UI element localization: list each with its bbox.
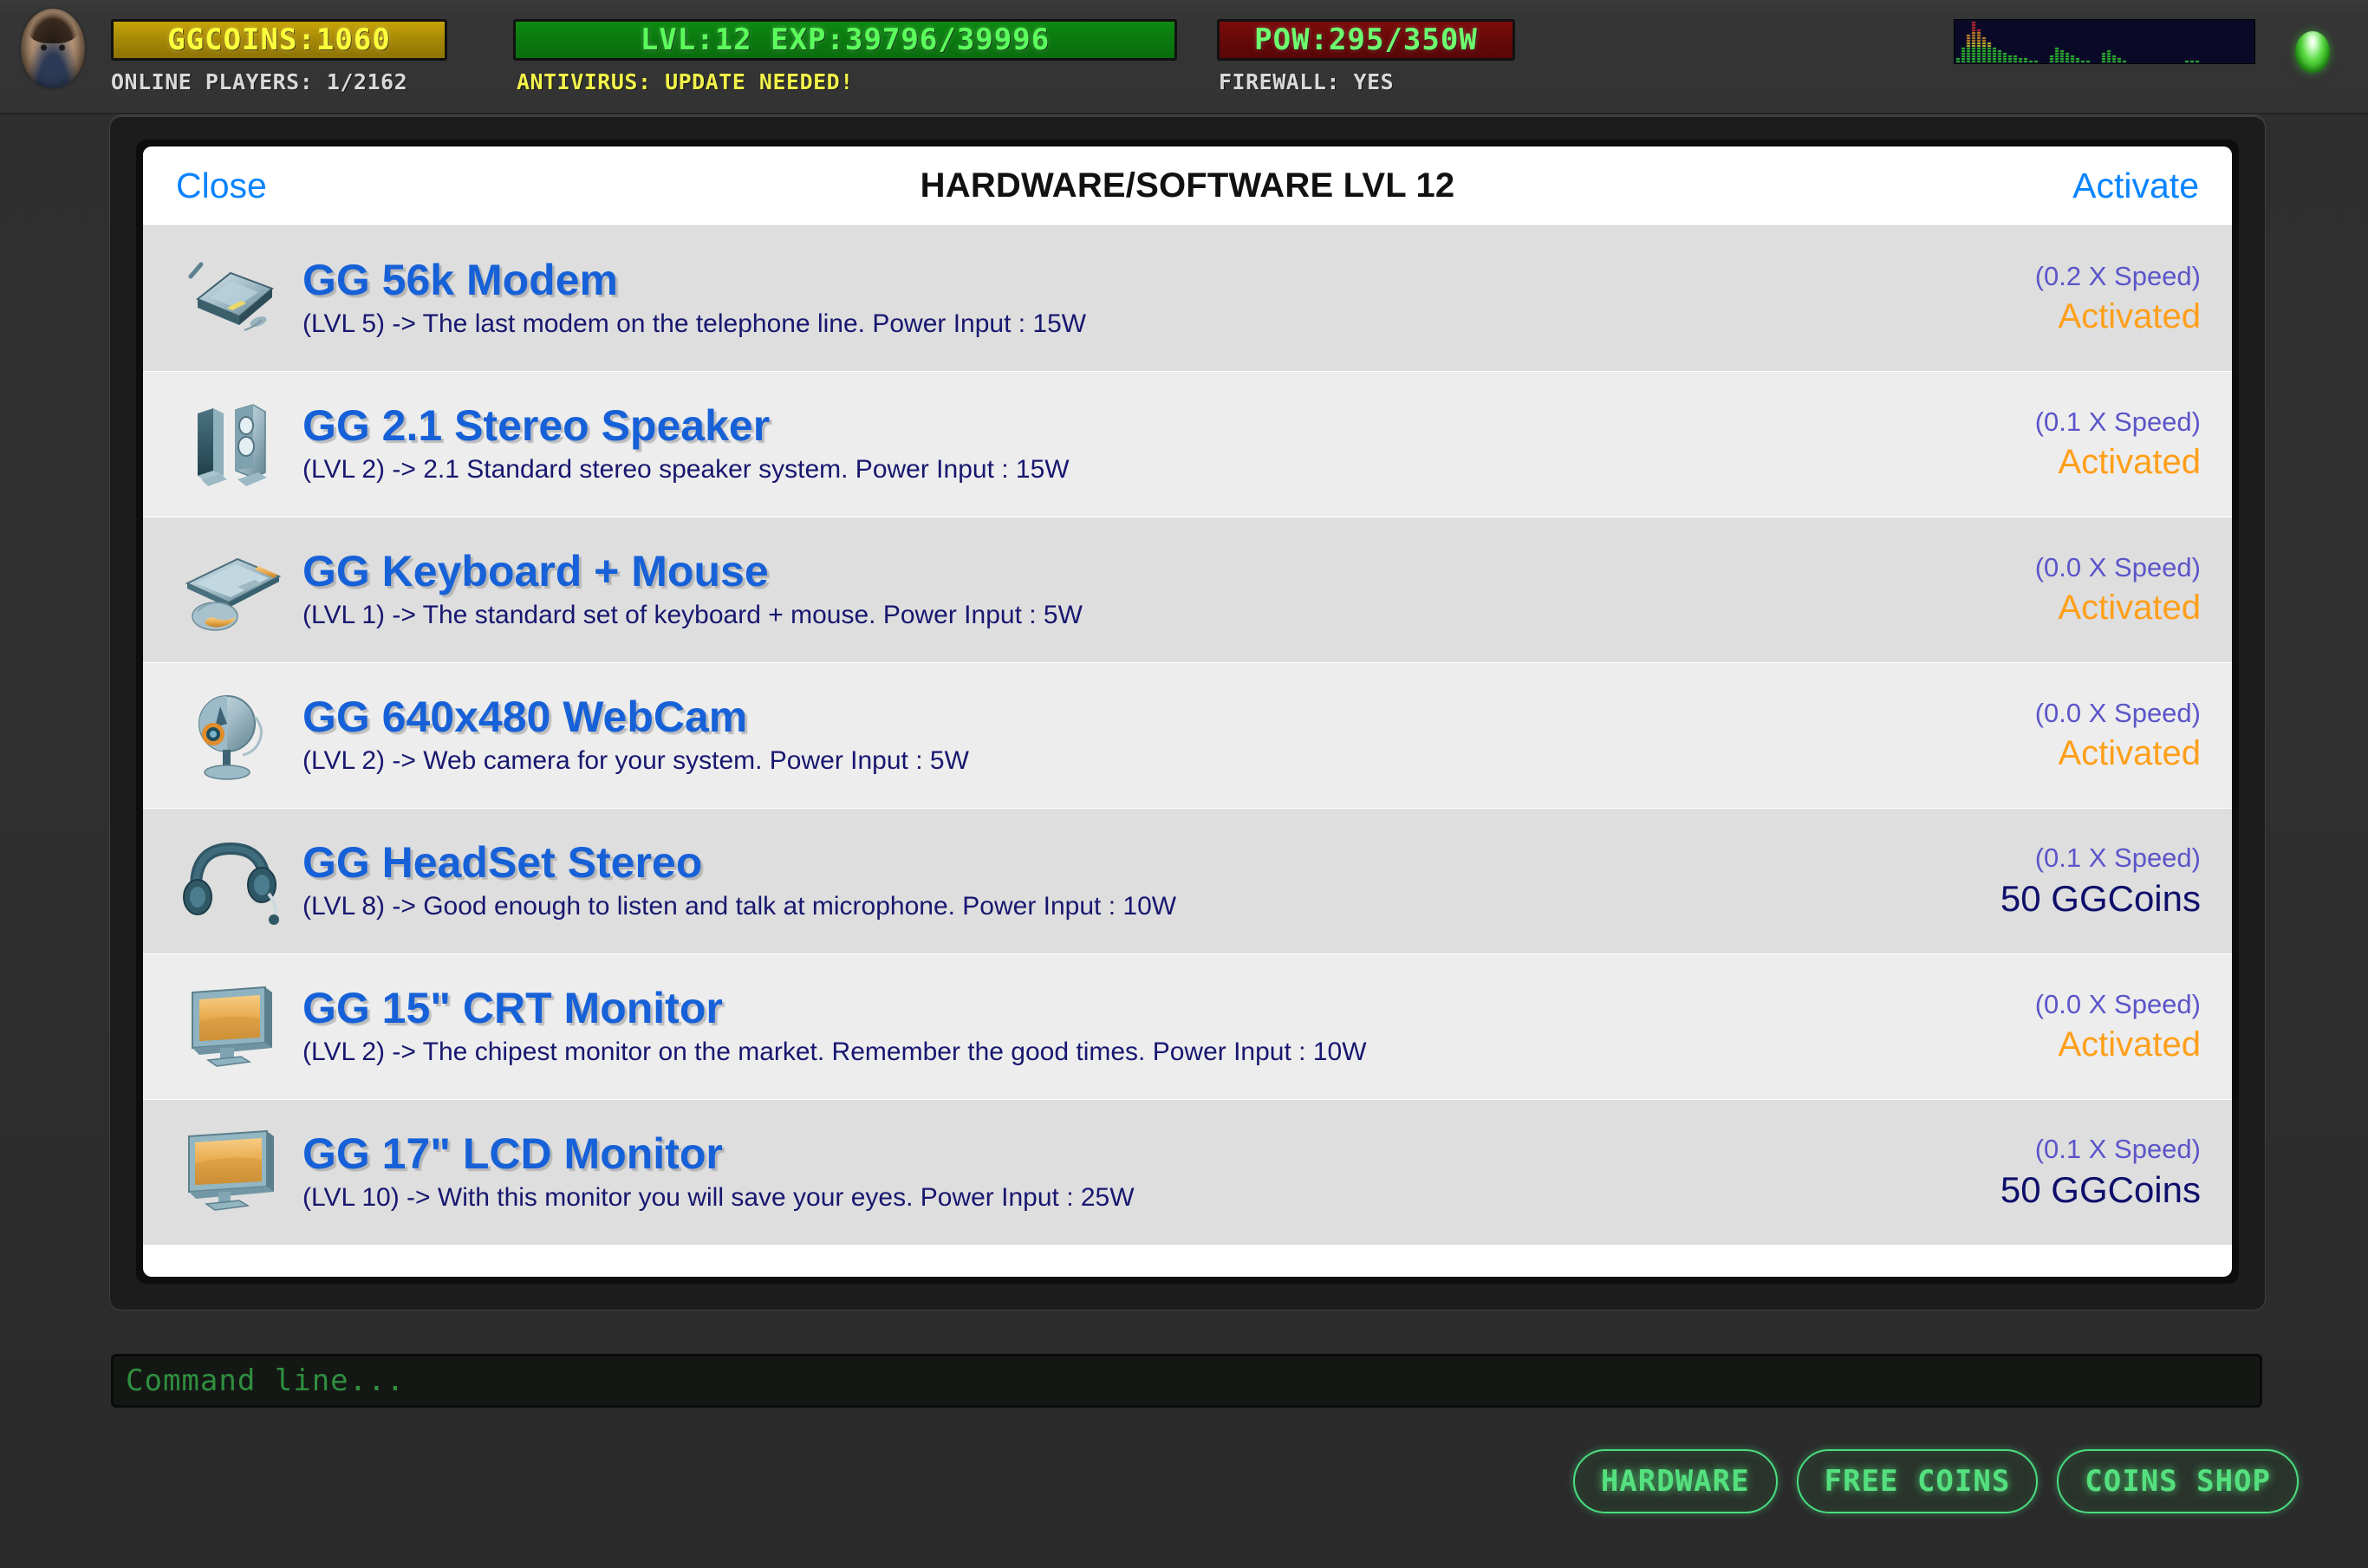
headset-icon [166, 824, 296, 939]
hardware-modal-shell: Close HARDWARE/SOFTWARE LVL 12 Activate [109, 114, 2266, 1311]
speed-multiplier: (0.1 X Speed) [2034, 842, 2201, 873]
speed-multiplier: (0.0 X Speed) [2034, 698, 2201, 729]
hardware-name: GG 56k Modem [303, 256, 618, 304]
status-badge: Activated [2058, 733, 2201, 772]
hardware-name: GG HeadSet Stereo [303, 838, 703, 887]
status-badge: Activated [2058, 588, 2201, 627]
lcd-monitor-icon [166, 1116, 296, 1230]
hardware-row[interactable]: GG 56k Modem (LVL 5) -> The last modem o… [143, 226, 2232, 372]
hardware-row-meta: (0.0 X Speed) Activated [1842, 551, 2206, 628]
hardware-name: GG 17" LCD Monitor [303, 1129, 723, 1178]
antivirus-status-label: ANTIVIRUS: UPDATE NEEDED! [517, 69, 854, 94]
hardware-row-meta: (0.1 X Speed) Activated [1842, 406, 2206, 483]
hardware-item-list[interactable]: GG 56k Modem (LVL 5) -> The last modem o… [143, 226, 2232, 1277]
ggcoins-meter: GGCOINS:1060 [111, 19, 447, 61]
hardware-row-text: GG 17" LCD Monitor (LVL 10) -> With this… [296, 1132, 1842, 1213]
modal-bezel: Close HARDWARE/SOFTWARE LVL 12 Activate [136, 140, 2239, 1284]
hardware-row-text: GG Keyboard + Mouse (LVL 1) -> The stand… [296, 550, 1842, 630]
webcam-icon [166, 679, 296, 793]
crt-monitor-icon [166, 970, 296, 1084]
hardware-description: (LVL 2) -> The chipest monitor on the ma… [303, 1038, 1367, 1066]
player-avatar[interactable] [21, 9, 85, 88]
hardware-description: (LVL 5) -> The last modem on the telepho… [303, 309, 1087, 338]
level-exp-value: LVL:12 EXP:39796/39996 [640, 23, 1051, 57]
connection-status-led [2295, 31, 2330, 73]
hardware-row-meta: (0.1 X Speed) 50 GGCoins [1842, 1133, 2206, 1212]
power-value: POW:295/350W [1254, 23, 1478, 57]
modal-header: Close HARDWARE/SOFTWARE LVL 12 Activate [143, 146, 2232, 226]
hardware-row-meta: (0.1 X Speed) 50 GGCoins [1842, 842, 2206, 921]
modal-title: HARDWARE/SOFTWARE LVL 12 [920, 166, 1455, 205]
hardware-row[interactable]: GG 15" CRT Monitor (LVL 2) -> The chipes… [143, 954, 2232, 1100]
close-button[interactable]: Close [176, 166, 267, 206]
hardware-button[interactable]: HARDWARE [1572, 1449, 1778, 1513]
speed-multiplier: (0.1 X Speed) [2034, 1133, 2201, 1164]
hardware-name: GG Keyboard + Mouse [303, 547, 769, 595]
hardware-software-modal: Close HARDWARE/SOFTWARE LVL 12 Activate [143, 146, 2232, 1277]
bottom-button-bar: HARDWARE FREE COINS COINS SHOP [1572, 1449, 2299, 1513]
status-badge: Activated [2058, 296, 2201, 335]
top-hud-bar: GGCOINS:1060 LVL:12 EXP:39796/39996 POW:… [0, 0, 2368, 114]
hardware-description: (LVL 1) -> The standard set of keyboard … [303, 601, 1083, 629]
free-coins-button[interactable]: FREE COINS [1796, 1449, 2039, 1513]
price-label[interactable]: 50 GGCoins [1842, 1168, 2201, 1212]
activate-button[interactable]: Activate [2072, 166, 2199, 206]
hardware-row[interactable]: GG Keyboard + Mouse (LVL 1) -> The stand… [143, 517, 2232, 663]
ggcoins-value: GGCOINS:1060 [167, 23, 391, 57]
hardware-description: (LVL 2) -> Web camera for your system. P… [303, 746, 969, 775]
keyboard-mouse-icon [166, 533, 296, 647]
modem-icon [166, 242, 296, 356]
command-line-container[interactable] [111, 1354, 2262, 1408]
speed-multiplier: (0.1 X Speed) [2034, 407, 2201, 438]
firewall-status-label: FIREWALL: YES [1219, 69, 1395, 94]
hardware-row[interactable]: GG HeadSet Stereo (LVL 8) -> Good enough… [143, 809, 2232, 954]
online-players-label: ONLINE PLAYERS: 1/2162 [111, 69, 408, 94]
speaker-icon [166, 387, 296, 502]
hardware-row[interactable]: GG 2.1 Stereo Speaker (LVL 2) -> 2.1 Sta… [143, 372, 2232, 517]
network-spectrum-graph [1954, 19, 2255, 64]
speed-multiplier: (0.2 X Speed) [2034, 261, 2201, 292]
hardware-description: (LVL 2) -> 2.1 Standard stereo speaker s… [303, 455, 1070, 484]
hardware-row[interactable]: GG 640x480 WebCam (LVL 2) -> Web camera … [143, 663, 2232, 809]
hardware-row-meta: (0.2 X Speed) Activated [1842, 260, 2206, 337]
hardware-row-text: GG 15" CRT Monitor (LVL 2) -> The chipes… [296, 986, 1842, 1067]
power-meter: POW:295/350W [1217, 19, 1515, 61]
hardware-row-meta: (0.0 X Speed) Activated [1842, 988, 2206, 1065]
coins-shop-button[interactable]: COINS SHOP [2057, 1449, 2299, 1513]
hardware-row-text: GG HeadSet Stereo (LVL 8) -> Good enough… [296, 841, 1842, 921]
command-input[interactable] [126, 1363, 2248, 1398]
hardware-row-text: GG 56k Modem (LVL 5) -> The last modem o… [296, 258, 1842, 339]
hardware-name: GG 640x480 WebCam [303, 693, 748, 741]
hardware-row[interactable]: GG 17" LCD Monitor (LVL 10) -> With this… [143, 1100, 2232, 1246]
price-label[interactable]: 50 GGCoins [1842, 877, 2201, 921]
hardware-description: (LVL 10) -> With this monitor you will s… [303, 1183, 1135, 1212]
hardware-description: (LVL 8) -> Good enough to listen and tal… [303, 892, 1177, 921]
status-badge: Activated [2058, 442, 2201, 481]
status-badge: Activated [2058, 1025, 2201, 1064]
speed-multiplier: (0.0 X Speed) [2034, 989, 2201, 1020]
speed-multiplier: (0.0 X Speed) [2034, 552, 2201, 583]
hardware-row-meta: (0.0 X Speed) Activated [1842, 697, 2206, 774]
hardware-name: GG 15" CRT Monitor [303, 984, 723, 1032]
hardware-row-text: GG 2.1 Stereo Speaker (LVL 2) -> 2.1 Sta… [296, 404, 1842, 485]
level-exp-meter: LVL:12 EXP:39796/39996 [513, 19, 1177, 61]
hardware-row-text: GG 640x480 WebCam (LVL 2) -> Web camera … [296, 695, 1842, 776]
hardware-name: GG 2.1 Stereo Speaker [303, 401, 771, 450]
